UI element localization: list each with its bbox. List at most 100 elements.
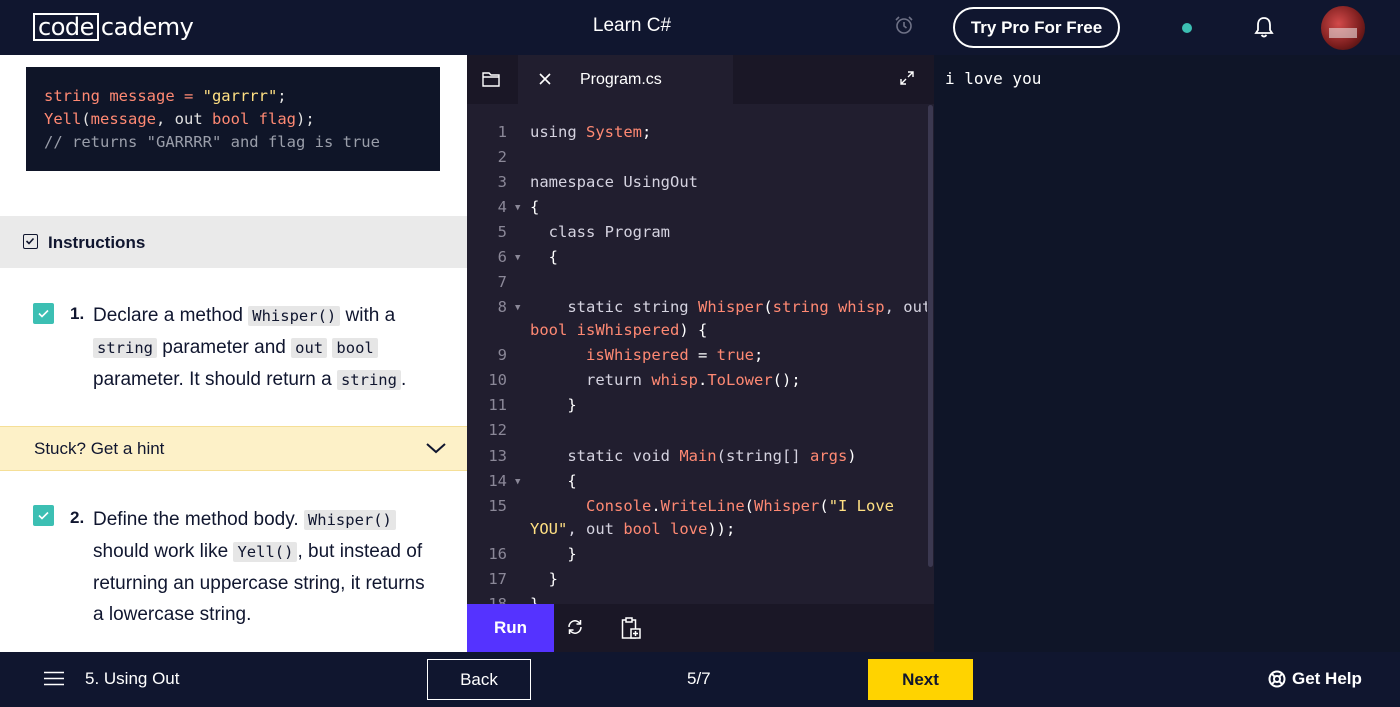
line-number: 1 bbox=[497, 123, 507, 141]
editor-toolbar: Run bbox=[467, 604, 934, 652]
clipboard-add-icon[interactable] bbox=[621, 616, 641, 640]
get-help-button[interactable]: Get Help bbox=[1268, 669, 1362, 689]
line-number: 17 bbox=[488, 570, 507, 588]
snippet-token: ( bbox=[81, 110, 91, 128]
next-button[interactable]: Next bbox=[868, 659, 973, 700]
fold-arrow-icon[interactable]: ▼ bbox=[515, 203, 520, 213]
code-token: string whisp bbox=[772, 298, 885, 316]
fold-arrow-icon[interactable]: ▼ bbox=[515, 303, 520, 313]
inline-code: Whisper() bbox=[248, 306, 341, 326]
code-token: WriteLine bbox=[660, 497, 745, 515]
hint-label: Stuck? Get a hint bbox=[34, 439, 165, 458]
bell-icon[interactable] bbox=[1253, 15, 1275, 39]
task-text-part: parameter. It should return a bbox=[93, 369, 337, 390]
code-line-wrap: bool isWhispered) { bbox=[530, 321, 707, 339]
check-icon[interactable] bbox=[33, 303, 54, 324]
try-pro-button[interactable]: Try Pro For Free bbox=[953, 7, 1120, 48]
instructions-title: Instructions bbox=[48, 233, 146, 252]
code-token: Whisper bbox=[697, 298, 764, 316]
snippet-token: string message = bbox=[44, 87, 203, 105]
fold-arrow-icon[interactable]: ▼ bbox=[515, 253, 520, 263]
avatar[interactable] bbox=[1321, 6, 1365, 50]
code-token: args bbox=[809, 447, 848, 465]
task-text: Declare a method Whisper() with a string… bbox=[93, 300, 433, 396]
line-number: 10 bbox=[488, 371, 507, 389]
code-token: )); bbox=[707, 520, 736, 538]
code-token: ( bbox=[819, 497, 829, 515]
code-token: System bbox=[586, 123, 642, 141]
code-line: Console.WriteLine(Whisper("I Love bbox=[530, 497, 894, 515]
close-icon[interactable] bbox=[538, 72, 552, 86]
line-number: 18 bbox=[488, 595, 507, 604]
snippet-token: "garrrr" bbox=[202, 87, 278, 105]
top-bar: code cademy Learn C# Try Pro For Free bbox=[0, 0, 1400, 55]
inline-code: string bbox=[336, 370, 401, 390]
task-text-part: Define the method body. bbox=[93, 509, 304, 530]
code-line: using System; bbox=[530, 123, 651, 141]
line-number: 5 bbox=[497, 223, 507, 241]
task-text-part: should work like bbox=[93, 541, 234, 562]
inline-code: bool bbox=[332, 338, 378, 358]
checkbox-icon bbox=[23, 234, 38, 249]
code-line: static void Main(string[] args) bbox=[530, 447, 856, 465]
code-token: isWhispered bbox=[586, 346, 689, 364]
hint-toggle[interactable]: Stuck? Get a hint bbox=[0, 426, 467, 471]
lesson-title[interactable]: 5. Using Out bbox=[85, 669, 180, 689]
output-text: i love you bbox=[945, 69, 1042, 88]
task-number: 2. bbox=[70, 508, 85, 527]
code-token: true bbox=[716, 346, 754, 364]
instructions-panel: string message = "garrrr"; Yell(message,… bbox=[0, 55, 467, 652]
line-number: 7 bbox=[497, 273, 507, 291]
line-number: 4 bbox=[497, 198, 507, 216]
menu-icon[interactable] bbox=[44, 671, 64, 686]
code-line: { bbox=[530, 472, 577, 490]
task-text-part: . bbox=[400, 369, 407, 390]
task-text-part: parameter and bbox=[157, 337, 292, 358]
expand-icon[interactable] bbox=[899, 70, 915, 86]
code-content[interactable]: 1 2 3 4 5 6 7 8 9 10 11 12 13 14 15 16 1… bbox=[467, 104, 927, 604]
fold-arrow-icon[interactable]: ▼ bbox=[515, 477, 520, 487]
task-text: Define the method body. Whisper() should… bbox=[93, 504, 433, 630]
code-token: (); bbox=[772, 371, 801, 389]
task-number: 1. bbox=[70, 304, 85, 323]
snippet-token: Yell bbox=[44, 110, 82, 128]
code-token: Main bbox=[679, 447, 717, 465]
code-token: , out bbox=[884, 298, 927, 316]
code-token: ToLower bbox=[707, 371, 773, 389]
code-token: namespace bbox=[530, 173, 624, 191]
inline-code: Yell() bbox=[233, 542, 298, 562]
tab-program-cs[interactable]: Program.cs bbox=[518, 55, 733, 104]
alarm-clock-icon[interactable] bbox=[894, 15, 914, 35]
code-line-wrap: YOU", out bool love)); bbox=[530, 520, 735, 538]
code-token: using bbox=[530, 123, 586, 141]
chevron-down-icon bbox=[426, 443, 446, 454]
code-token: YOU" bbox=[530, 520, 568, 538]
code-token: static void bbox=[530, 447, 680, 465]
line-number: 16 bbox=[488, 545, 507, 563]
task-text-part: with a bbox=[340, 305, 396, 326]
line-number: 8 bbox=[497, 298, 507, 316]
back-button[interactable]: Back bbox=[427, 659, 531, 700]
run-button[interactable]: Run bbox=[467, 604, 554, 652]
code-token: UsingOut bbox=[623, 173, 698, 191]
check-icon[interactable] bbox=[33, 505, 54, 526]
folder-icon[interactable] bbox=[482, 71, 500, 87]
editor-scrollbar[interactable] bbox=[928, 105, 933, 567]
code-token: class bbox=[530, 223, 605, 241]
code-line: isWhispered = true; bbox=[530, 346, 763, 364]
code-line: } bbox=[530, 595, 540, 604]
instructions-header: Instructions bbox=[0, 216, 467, 268]
code-token: Whisper bbox=[754, 497, 820, 515]
editor-tab-bar: Program.cs bbox=[467, 55, 934, 104]
code-token: ; bbox=[753, 346, 764, 364]
snippet-token: ); bbox=[296, 110, 315, 128]
code-token: . bbox=[651, 497, 661, 515]
refresh-icon[interactable] bbox=[566, 618, 584, 636]
line-number: 9 bbox=[497, 346, 507, 364]
tab-label: Program.cs bbox=[580, 71, 662, 88]
code-line: namespace UsingOut bbox=[530, 173, 698, 191]
get-help-label: Get Help bbox=[1292, 669, 1362, 688]
code-line: return whisp.ToLower(); bbox=[530, 371, 801, 389]
line-number: 6 bbox=[497, 248, 507, 266]
